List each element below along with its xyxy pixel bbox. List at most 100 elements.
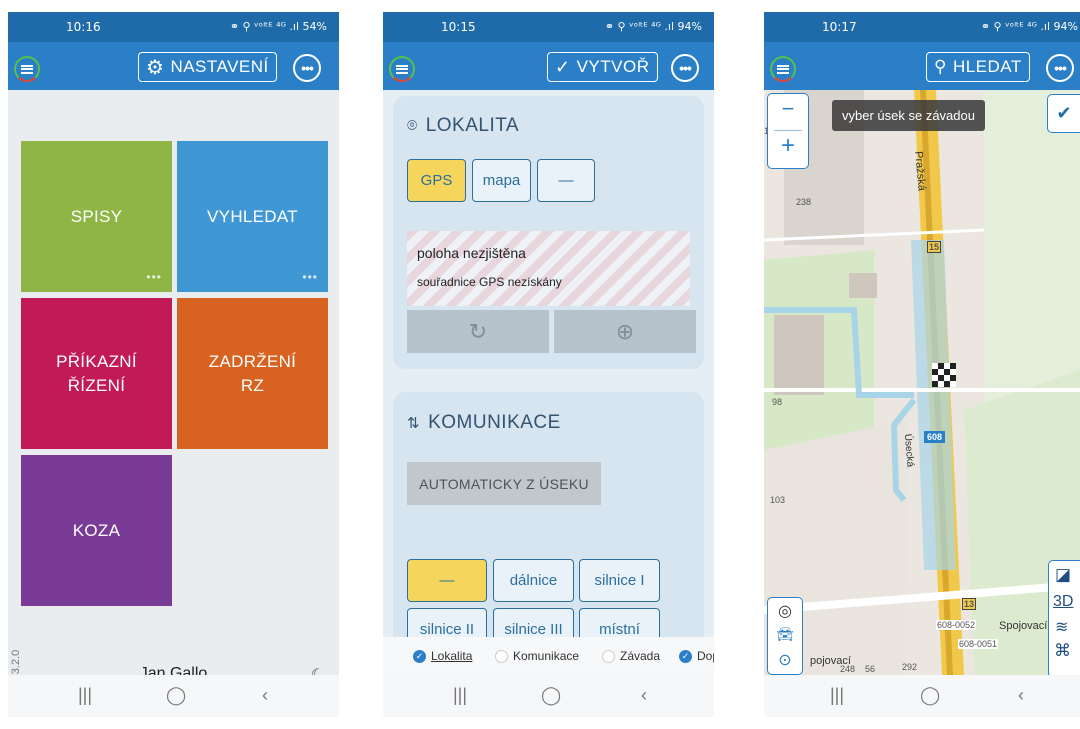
street-label: Spojovací xyxy=(999,620,1048,632)
road-id: 608-0051 xyxy=(958,639,999,649)
road-id: 608-0052 xyxy=(936,620,977,630)
map-view[interactable]: Pražská Úsecká Spojovací pojovací 15 608… xyxy=(764,90,1080,675)
status-bar: 10:16 ⚭ ⚲ ᵛᵒˡᵗᴱ ⁴ᴳ .ıl 54% xyxy=(8,12,339,42)
status-time: 10:17 xyxy=(822,20,857,34)
zoom-in-icon[interactable]: + xyxy=(768,132,808,160)
confirm-button[interactable]: ✔ xyxy=(1047,94,1080,133)
create-button[interactable]: ✓ VYTVOŘ xyxy=(547,52,658,82)
screen-create: 10:15 ⚭ ⚲ ᵛᵒˡᵗᴱ ⁴ᴳ .ıl 94% ✓ VYTVOŘ ••• … xyxy=(383,12,714,717)
option-mapa[interactable]: mapa xyxy=(472,159,531,202)
road-icon: ⇅ xyxy=(407,415,421,432)
step-label: Dop xyxy=(697,649,714,663)
status-time: 10:15 xyxy=(441,20,476,34)
grid-icon[interactable]: ⌘ xyxy=(1054,641,1071,661)
create-label: VYTVOŘ xyxy=(576,57,650,76)
zoom-out-icon[interactable]: − xyxy=(768,96,808,122)
3d-toggle[interactable]: 3D xyxy=(1053,593,1073,611)
recent-apps-button[interactable]: ||| xyxy=(830,685,844,706)
more-button[interactable]: ••• xyxy=(293,54,321,82)
home-button[interactable]: ◯ xyxy=(166,685,186,706)
tile-prikazni-rizeni[interactable]: PŘÍKAZNÍ ŘÍZENÍ xyxy=(21,298,172,449)
tile-label: PŘÍKAZNÍ ŘÍZENÍ xyxy=(56,351,137,395)
step-komunikace[interactable]: Komunikace xyxy=(495,649,579,663)
tile-label: ZADRŽENÍ RZ xyxy=(208,351,297,395)
layer-controls: ◪ 3D ≋ ⌘ xyxy=(1048,560,1080,675)
tile-vyhledat[interactable]: VYHLEDAT ••• xyxy=(177,141,328,292)
locate-button[interactable]: ⊕ xyxy=(554,310,696,353)
status-time: 10:16 xyxy=(66,20,101,34)
map-style-icon[interactable]: ◪ xyxy=(1055,565,1071,585)
hamburger-icon xyxy=(396,64,408,74)
step-lokalita[interactable]: ✓ Lokalita xyxy=(413,649,472,663)
step-zavada[interactable]: Závada xyxy=(602,649,660,663)
settings-label: NASTAVENÍ xyxy=(170,57,269,76)
more-dots-icon: ••• xyxy=(1054,60,1067,76)
house-number: 292 xyxy=(902,662,918,672)
tile-label: KOZA xyxy=(72,520,121,540)
map-mode-controls: ◎ 🚘︎ ⊙ xyxy=(767,597,803,675)
back-button[interactable]: ‹ xyxy=(262,685,268,706)
home-button[interactable]: ◯ xyxy=(541,685,561,706)
lokalita-card: ⌾ LOKALITA GPS mapa — poloha nezjištěna … xyxy=(393,96,704,369)
gps-status: souřadnice GPS nezískány xyxy=(417,275,562,289)
home-button[interactable]: ◯ xyxy=(920,685,940,706)
house-number: 238 xyxy=(796,197,812,207)
tile-zadrzeni-rz[interactable]: ZADRŽENÍ RZ xyxy=(177,298,328,449)
tile-more-icon[interactable]: ••• xyxy=(302,269,318,286)
step-label: Závada xyxy=(620,649,661,663)
position-status-panel: poloha nezjištěna souřadnice GPS nezíská… xyxy=(407,231,690,306)
status-bar: 10:15 ⚭ ⚲ ᵛᵒˡᵗᴱ ⁴ᴳ .ıl 94% xyxy=(383,12,714,42)
step-doplnky[interactable]: ✓ Dop xyxy=(679,649,714,663)
more-dots-icon: ••• xyxy=(301,60,314,76)
screen-home: 10:16 ⚭ ⚲ ᵛᵒˡᵗᴱ ⁴ᴳ .ıl 54% ⚙ NASTAVENÍ •… xyxy=(8,12,339,717)
house-number: 56 xyxy=(865,664,876,674)
menu-button[interactable] xyxy=(389,56,415,82)
auto-from-segment-button[interactable]: AUTOMATICKY Z ÚSEKU xyxy=(407,462,601,505)
status-indicators: ⚭ ⚲ ᵛᵒˡᵗᴱ ⁴ᴳ .ıl 54% xyxy=(229,20,327,33)
house-number: 248 xyxy=(840,664,856,674)
step-pending-icon xyxy=(602,649,615,663)
option-gps[interactable]: GPS xyxy=(407,159,466,202)
option-none[interactable]: — xyxy=(537,159,595,202)
road-shield: 608 xyxy=(924,431,946,443)
more-button[interactable]: ••• xyxy=(671,54,699,82)
step-bar: ✓ Lokalita Komunikace Závada ✓ Dop xyxy=(383,637,714,675)
system-nav-bar: ||| ◯ ‹ xyxy=(8,675,339,717)
road-type-silnice-1[interactable]: silnice I xyxy=(579,559,660,602)
app-bar: ⚙ NASTAVENÍ ••• xyxy=(8,42,339,90)
tile-koza[interactable]: KOZA xyxy=(21,455,172,606)
road-type-dalnice[interactable]: dálnice xyxy=(493,559,574,602)
tile-more-icon[interactable]: ••• xyxy=(146,269,162,286)
more-button[interactable]: ••• xyxy=(1046,54,1074,82)
menu-button[interactable] xyxy=(14,56,40,82)
tile-label: VYHLEDAT xyxy=(207,206,298,226)
lokalita-title-text: LOKALITA xyxy=(425,115,520,136)
settings-button[interactable]: ⚙ NASTAVENÍ xyxy=(138,52,277,82)
menu-button[interactable] xyxy=(770,56,796,82)
layers-icon[interactable]: ≋ xyxy=(1055,617,1068,637)
position-status: poloha nezjištěna xyxy=(417,245,526,261)
more-dots-icon: ••• xyxy=(679,60,692,76)
gear-icon: ⚙ xyxy=(146,56,165,79)
search-button[interactable]: ⚲ HLEDAT xyxy=(926,52,1030,82)
my-location-icon[interactable]: ⊙ xyxy=(768,650,802,670)
step-done-icon: ✓ xyxy=(413,649,426,663)
tile-label: SPISY xyxy=(70,206,123,226)
komunikace-title: ⇅ KOMUNIKACE xyxy=(407,412,561,434)
komunikace-title-text: KOMUNIKACE xyxy=(428,412,561,433)
compass-icon[interactable]: ◎ xyxy=(768,601,802,621)
app-bar: ⚲ HLEDAT ••• xyxy=(764,42,1080,90)
refresh-button[interactable]: ↻ xyxy=(407,310,549,353)
back-button[interactable]: ‹ xyxy=(1018,685,1024,706)
recent-apps-button[interactable]: ||| xyxy=(78,685,92,706)
lokalita-title: ⌾ LOKALITA xyxy=(407,115,519,137)
house-number: 98 xyxy=(772,397,783,407)
road-type-none[interactable]: — xyxy=(407,559,487,602)
crosshair-icon: ⊕ xyxy=(615,318,635,344)
back-button[interactable]: ‹ xyxy=(641,685,647,706)
recent-apps-button[interactable]: ||| xyxy=(453,685,467,706)
screen-map: 10:17 ⚭ ⚲ ᵛᵒˡᵗᴱ ⁴ᴳ .ıl 94% ⚲ HLEDAT ••• xyxy=(764,12,1080,717)
tile-spisy[interactable]: SPISY ••• xyxy=(21,141,172,292)
status-bar: 10:17 ⚭ ⚲ ᵛᵒˡᵗᴱ ⁴ᴳ .ıl 94% xyxy=(764,12,1080,42)
car-icon[interactable]: 🚘︎ xyxy=(768,626,802,643)
